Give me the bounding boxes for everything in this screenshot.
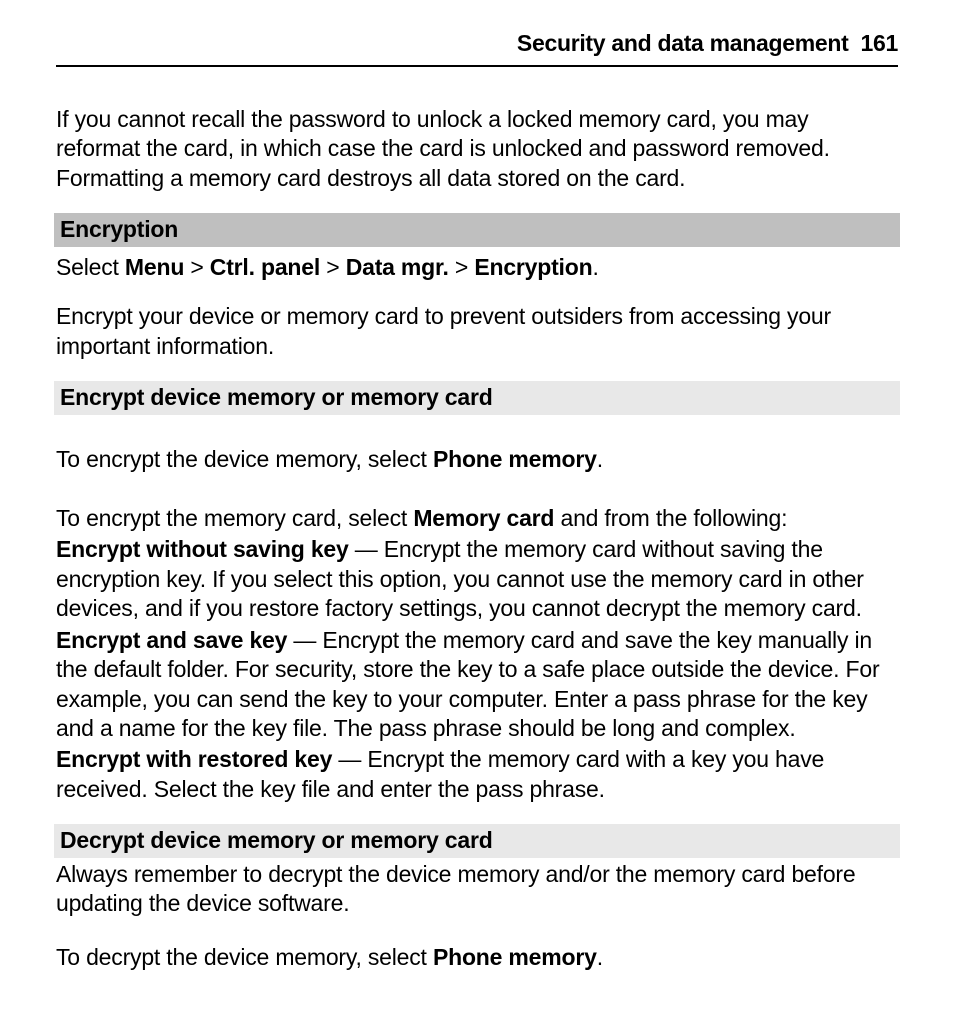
ui-term-phone-memory: Phone memory <box>433 446 597 472</box>
ui-term-memory-card: Memory card <box>413 505 554 531</box>
option-label: Encrypt with restored key <box>56 746 332 772</box>
page: Security and data management 161 If you … <box>0 0 954 1036</box>
subheading-decrypt: Decrypt device memory or memory card <box>54 824 900 857</box>
encryption-desc: Encrypt your device or memory card to pr… <box>56 302 898 361</box>
text: . <box>597 446 603 472</box>
page-number: 161 <box>861 30 898 57</box>
nav-sep: > <box>449 254 475 280</box>
nav-item-ctrl-panel: Ctrl. panel <box>210 254 320 280</box>
text: To decrypt the device memory, select <box>56 944 433 970</box>
text: To encrypt the memory card, select <box>56 505 413 531</box>
option-label: Encrypt and save key <box>56 627 287 653</box>
text: and from the following: <box>554 505 787 531</box>
section-heading-encryption: Encryption <box>54 213 900 246</box>
encryption-nav-path: Select Menu > Ctrl. panel > Data mgr. > … <box>56 253 898 282</box>
intro-paragraph: If you cannot recall the password to unl… <box>56 105 898 193</box>
option-encrypt-no-key: Encrypt without saving key — Encrypt the… <box>56 535 898 623</box>
nav-item-encryption: Encryption <box>474 254 592 280</box>
nav-item-data-mgr: Data mgr. <box>346 254 449 280</box>
text: To encrypt the device memory, select <box>56 446 433 472</box>
header-title: Security and data management <box>517 30 849 57</box>
encrypt-card-intro: To encrypt the memory card, select Memor… <box>56 504 898 533</box>
body-text: If you cannot recall the password to unl… <box>56 105 898 972</box>
nav-prefix: Select <box>56 254 125 280</box>
option-label: Encrypt without saving key <box>56 536 349 562</box>
subheading-encrypt: Encrypt device memory or memory card <box>54 381 900 414</box>
decrypt-warning: Always remember to decrypt the device me… <box>56 860 898 919</box>
nav-sep: > <box>320 254 346 280</box>
nav-suffix: . <box>592 254 598 280</box>
text: . <box>597 944 603 970</box>
nav-sep: > <box>184 254 210 280</box>
running-header: Security and data management 161 <box>56 30 898 67</box>
option-encrypt-save-key: Encrypt and save key — Encrypt the memor… <box>56 626 898 744</box>
decrypt-device-paragraph: To decrypt the device memory, select Pho… <box>56 943 898 972</box>
nav-item-menu: Menu <box>125 254 184 280</box>
option-encrypt-restored-key: Encrypt with restored key — Encrypt the … <box>56 745 898 804</box>
encrypt-device-paragraph: To encrypt the device memory, select Pho… <box>56 445 898 474</box>
ui-term-phone-memory: Phone memory <box>433 944 597 970</box>
